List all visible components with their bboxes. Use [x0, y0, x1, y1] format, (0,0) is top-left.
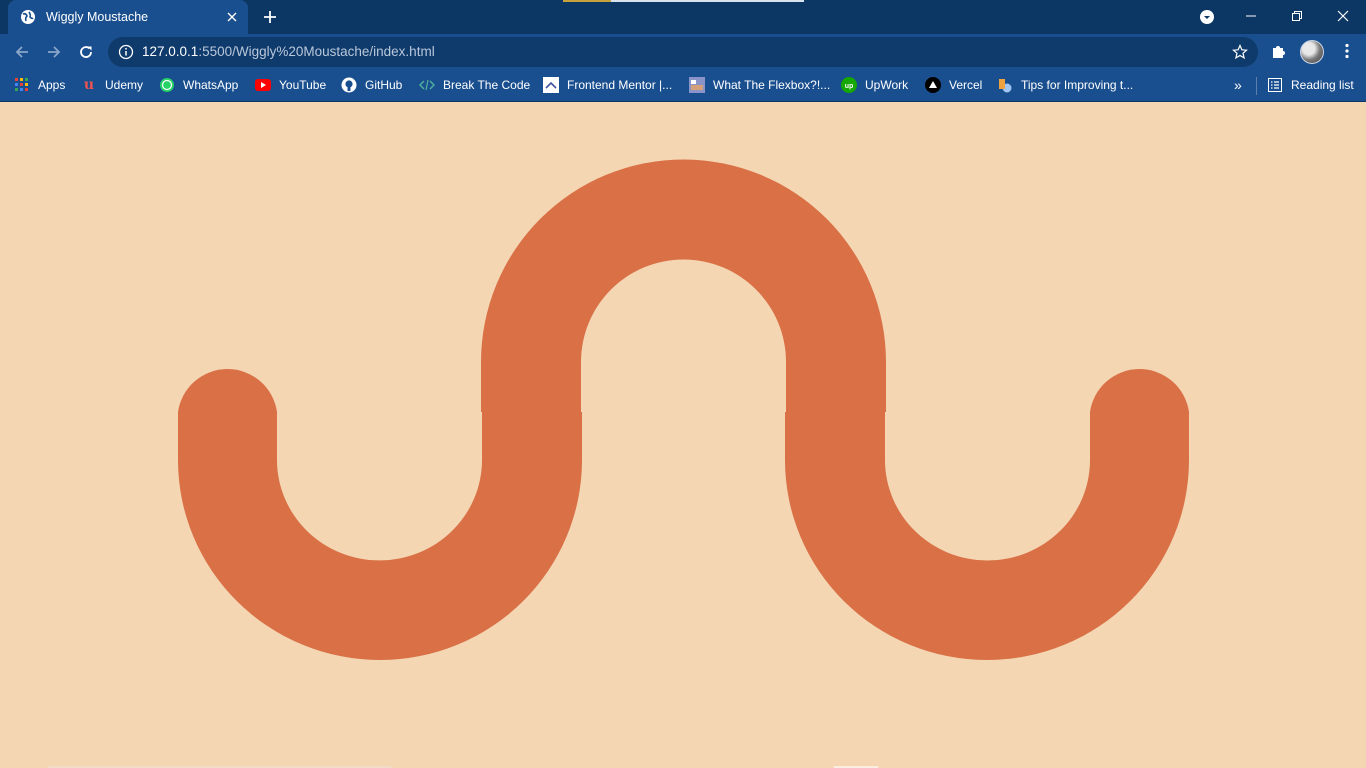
url-path: :5500/Wiggly%20Moustache/index.html — [198, 44, 435, 59]
bookmark-label: GitHub — [365, 78, 403, 92]
title-accent — [563, 0, 611, 2]
upwork-icon: up — [841, 77, 857, 93]
bookmarks-separator — [1256, 77, 1257, 95]
bookmark-break-the-code[interactable]: Break The Code — [419, 70, 530, 100]
bookmark-apps[interactable]: Apps — [14, 70, 65, 100]
bookmark-vercel[interactable]: Vercel — [925, 70, 982, 100]
bookmark-tips[interactable]: Tips for Improving t... — [997, 70, 1133, 100]
bookmark-whatsapp[interactable]: WhatsApp — [159, 70, 238, 100]
close-icon[interactable] — [220, 5, 244, 29]
chevron-down-icon — [1200, 10, 1214, 24]
tab-search-button[interactable] — [1196, 6, 1218, 28]
code-icon — [419, 77, 435, 93]
url-text[interactable]: 127.0.0.1:5500/Wiggly%20Moustache/index.… — [142, 44, 435, 59]
new-tab-button[interactable] — [257, 4, 283, 30]
flexbox-icon — [689, 77, 705, 93]
browser-menu-button[interactable] — [1336, 40, 1358, 62]
extensions-button[interactable] — [1268, 40, 1290, 62]
moustache-left-end — [178, 369, 277, 412]
reload-icon — [80, 46, 92, 58]
github-icon — [341, 77, 357, 93]
bookmark-label: YouTube — [279, 78, 327, 92]
bookmark-label: Frontend Mentor |... — [567, 78, 673, 92]
tips-icon — [997, 77, 1013, 93]
kebab-menu-icon — [1345, 43, 1349, 59]
address-bar[interactable]: 127.0.0.1:5500/Wiggly%20Moustache/index.… — [108, 37, 1258, 67]
back-button[interactable] — [8, 38, 36, 66]
arrow-left-icon — [15, 46, 28, 58]
bookmarks-bar: Apps u Udemy WhatsApp YouTube GitHub Bre… — [0, 70, 1366, 102]
star-icon — [1232, 44, 1248, 60]
double-chevron-icon: » — [1234, 77, 1242, 93]
moustache-left-bowl — [178, 412, 582, 660]
restore-icon — [1292, 11, 1302, 21]
bookmark-label: What The Flexbox?!... — [713, 78, 831, 92]
reload-button[interactable] — [72, 38, 100, 66]
moustache-center-arch — [481, 159, 886, 412]
bookmark-label: Tips for Improving t... — [1021, 78, 1134, 92]
apps-grid-icon — [14, 77, 30, 93]
close-icon — [1337, 10, 1349, 22]
minimize-button[interactable] — [1228, 0, 1274, 32]
moustache-right-bowl — [785, 412, 1189, 660]
youtube-icon — [255, 77, 271, 93]
reading-list-icon — [1267, 77, 1283, 93]
bookmark-label: Break The Code — [443, 78, 531, 92]
bookmark-label: WhatsApp — [183, 78, 239, 92]
bookmark-upwork[interactable]: up UpWork — [841, 70, 908, 100]
active-tab[interactable]: Wiggly Moustache — [8, 0, 248, 34]
vercel-icon — [925, 77, 941, 93]
bookmark-label: Vercel — [949, 78, 983, 92]
bookmark-frontend-mentor[interactable]: Frontend Mentor |... — [543, 70, 672, 100]
bookmark-flexbox[interactable]: What The Flexbox?!... — [689, 70, 830, 100]
bookmark-udemy[interactable]: u Udemy — [81, 70, 143, 100]
plus-icon — [264, 11, 276, 23]
frontend-mentor-icon — [543, 77, 559, 93]
reading-list-button[interactable]: Reading list — [1267, 70, 1354, 100]
puzzle-icon — [1273, 46, 1285, 58]
bookmark-label: UpWork — [865, 78, 909, 92]
bookmarks-overflow-button[interactable]: » — [1234, 70, 1242, 100]
title-accent-secondary — [611, 0, 804, 2]
info-icon[interactable] — [118, 44, 134, 60]
whatsapp-icon — [159, 77, 175, 93]
browser-titlebar: Wiggly Moustache — [0, 0, 1366, 34]
tab-title: Wiggly Moustache — [46, 10, 149, 24]
bookmark-github[interactable]: GitHub — [341, 70, 402, 100]
moustache-right-end — [1090, 369, 1189, 412]
udemy-icon: u — [83, 77, 95, 93]
profile-avatar[interactable] — [1300, 40, 1324, 64]
restore-button[interactable] — [1274, 0, 1320, 32]
url-host: 127.0.0.1 — [142, 44, 199, 59]
svg-text:up: up — [845, 83, 854, 90]
bookmark-star-button[interactable] — [1230, 42, 1250, 62]
reading-list-label: Reading list — [1291, 78, 1354, 92]
forward-button[interactable] — [40, 38, 68, 66]
globe-icon — [20, 9, 36, 25]
bookmark-label: Apps — [38, 78, 66, 92]
page-content — [0, 102, 1366, 768]
browser-toolbar: 127.0.0.1:5500/Wiggly%20Moustache/index.… — [0, 34, 1366, 70]
bookmark-label: Udemy — [105, 78, 144, 92]
close-window-button[interactable] — [1320, 0, 1366, 32]
arrow-right-icon — [48, 46, 61, 58]
wiggly-moustache — [178, 159, 1189, 660]
minimize-icon — [1246, 15, 1256, 17]
bookmark-youtube[interactable]: YouTube — [255, 70, 326, 100]
